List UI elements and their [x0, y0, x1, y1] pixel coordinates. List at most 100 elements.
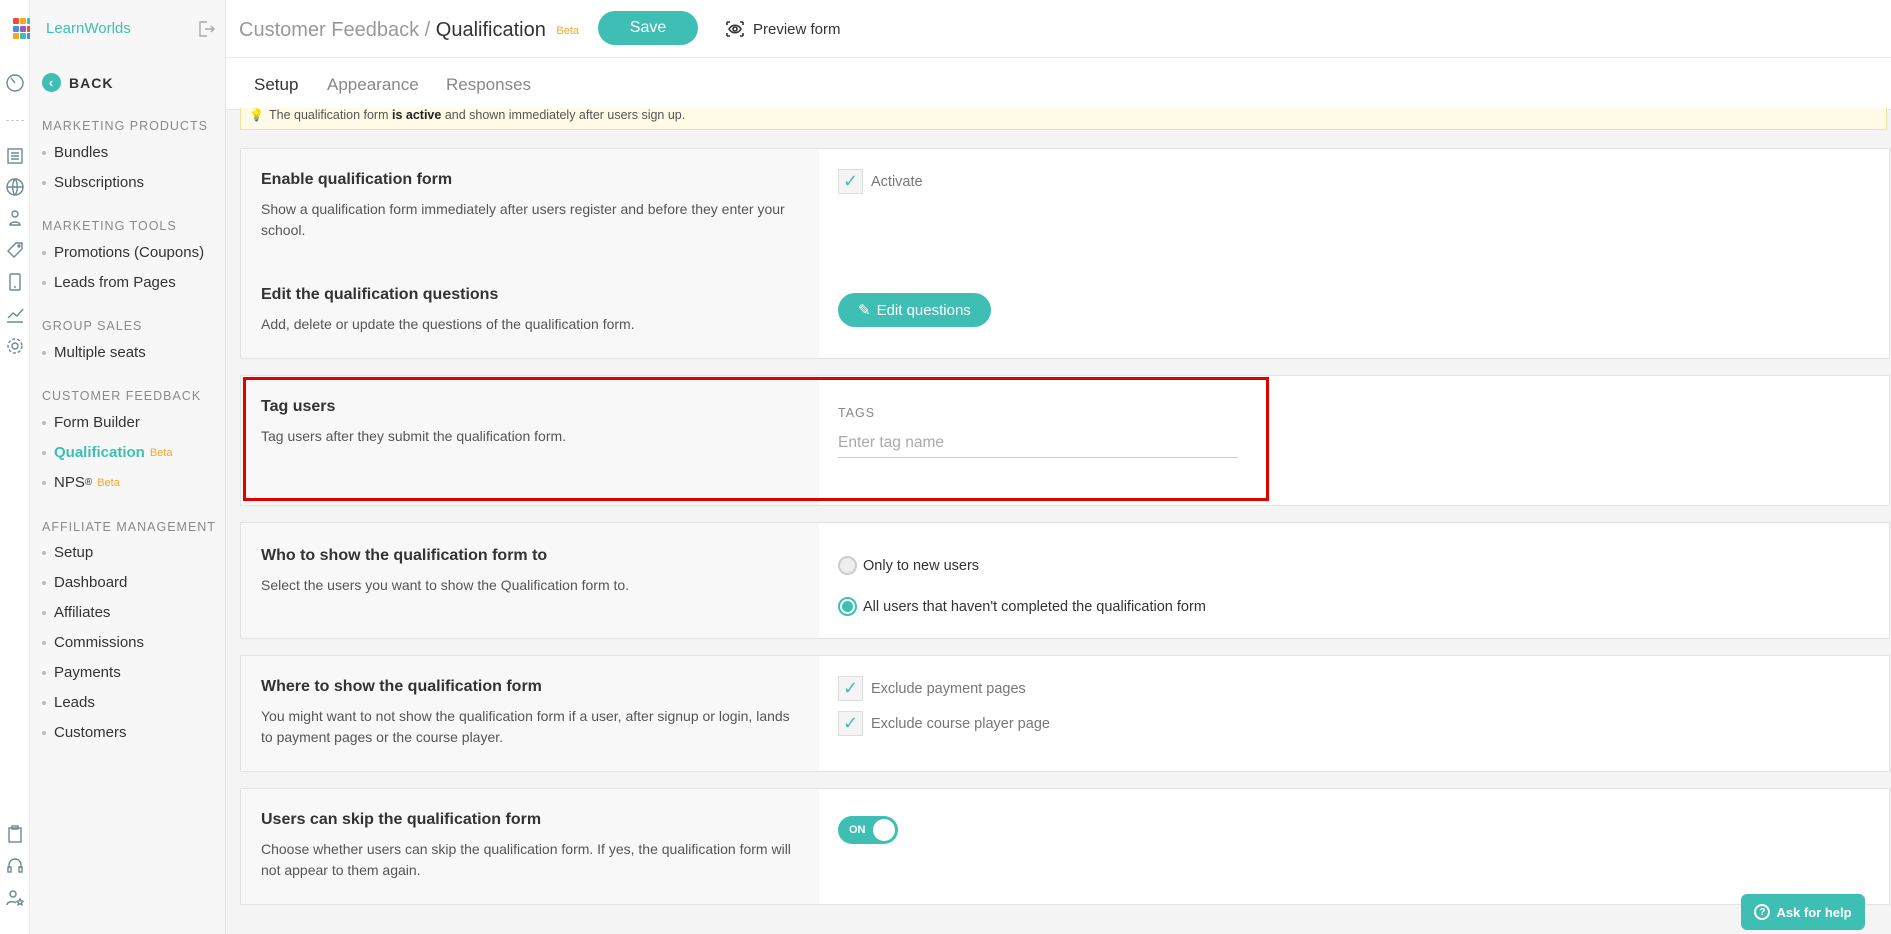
sidebar-item-leads-from-pages[interactable]: Leads from Pages [42, 274, 176, 291]
sidebar-item-affiliates[interactable]: Affiliates [42, 604, 110, 621]
toggle-label: ON [849, 824, 866, 836]
support-headset-icon[interactable] [5, 856, 25, 876]
checkmark-icon: ✓ [838, 711, 863, 736]
bullet-icon [42, 150, 46, 155]
mobile-app-icon[interactable] [5, 272, 25, 292]
radio-all-incomplete-users[interactable]: All users that haven't completed the qua… [838, 597, 1206, 616]
sidebar-item-subscriptions[interactable]: Subscriptions [42, 174, 144, 191]
users-can-skip-section: Users can skip the qualification form Ch… [261, 811, 801, 881]
sidebar-item-customers[interactable]: Customers [42, 724, 127, 741]
beta-badge: Beta [149, 446, 173, 459]
sidebar-item-label: Customers [54, 724, 127, 741]
back-label: BACK [69, 74, 114, 91]
sidebar-item-multiple-seats[interactable]: Multiple seats [42, 344, 146, 361]
tab-responses[interactable]: Responses [446, 75, 531, 109]
sidebar-item-nps[interactable]: NPS ® Beta [42, 474, 120, 491]
sidebar-item-label: Payments [54, 664, 121, 681]
exclude-payment-pages-checkbox[interactable]: ✓ Exclude payment pages [838, 676, 1026, 701]
who-to-show-description: Select the users you want to show the Qu… [261, 577, 630, 593]
edit-questions-button[interactable]: ✎ Edit questions [838, 293, 991, 327]
skip-toggle[interactable]: ON [838, 816, 898, 844]
section-title-group-sales: GROUP SALES [42, 319, 143, 333]
where-to-show-section: Where to show the qualification form You… [261, 678, 801, 748]
sidebar-item-payments[interactable]: Payments [42, 664, 121, 681]
tag-users-section: Tag users Tag users after they submit th… [261, 398, 801, 447]
back-button[interactable]: ‹ BACK [42, 73, 113, 92]
bullet-icon [42, 250, 46, 255]
bullet-icon [42, 700, 46, 705]
breadcrumb-parent[interactable]: Customer Feedback [239, 19, 419, 41]
clipboard-icon[interactable] [5, 824, 25, 844]
where-to-show-title: Where to show the qualification form [261, 678, 542, 695]
sidebar-item-dashboard[interactable]: Dashboard [42, 574, 127, 591]
bullet-icon [42, 610, 46, 615]
checkmark-icon: ✓ [838, 169, 863, 194]
dashboard-gauge-icon[interactable] [5, 73, 25, 93]
sidebar-item-label: Commissions [54, 634, 145, 651]
beta-badge: Beta [556, 25, 580, 37]
section-title-marketing-tools: MARKETING TOOLS [42, 219, 177, 233]
sidebar-item-setup[interactable]: Setup [42, 544, 93, 561]
exclude-course-player-label: Exclude course player page [871, 715, 1050, 732]
logout-icon[interactable] [196, 19, 216, 39]
card-users-can-skip: Users can skip the qualification form Ch… [240, 788, 1890, 905]
sidebar-item-label: NPS [54, 474, 85, 491]
tab-appearance[interactable]: Appearance [327, 75, 419, 109]
tag-name-input[interactable] [838, 428, 1238, 458]
sidebar-item-label: Setup [54, 544, 94, 561]
sidebar-item-promotions[interactable]: Promotions (Coupons) [42, 244, 204, 261]
radio-only-new-users[interactable]: Only to new users [838, 556, 979, 575]
beta-badge: Beta [97, 476, 120, 489]
exclude-payment-pages-label: Exclude payment pages [871, 680, 1026, 697]
edit-questions-label: Edit questions [876, 301, 971, 319]
ask-for-help-label: Ask for help [1776, 904, 1852, 920]
edit-questions-section: Edit the qualification questions Add, de… [261, 286, 801, 335]
bullet-icon [42, 550, 46, 555]
bullet-icon [42, 450, 46, 455]
card-who-to-show: Who to show the qualification form to Se… [240, 522, 1890, 639]
sidebar-item-qualification[interactable]: Qualification Beta [42, 444, 172, 461]
rail-divider [6, 120, 24, 121]
tab-setup[interactable]: Setup [254, 75, 299, 112]
user-star-icon[interactable] [5, 888, 25, 908]
sidebar-item-commissions[interactable]: Commissions [42, 634, 144, 651]
bullet-icon [42, 350, 46, 355]
sidebar-item-form-builder[interactable]: Form Builder [42, 414, 140, 431]
sidebar-item-label: Leads from Pages [54, 274, 176, 291]
page-title: Qualification [435, 19, 546, 41]
activate-checkbox[interactable]: ✓ Activate [838, 169, 923, 194]
preview-form-button[interactable]: Preview form [725, 19, 841, 39]
save-button[interactable]: Save [598, 11, 698, 45]
website-globe-icon[interactable] [5, 177, 25, 197]
sidebar-item-label: Bundles [54, 144, 109, 161]
where-to-show-description: You might want to not show the qualifica… [261, 708, 790, 745]
edit-questions-description: Add, delete or update the questions of t… [261, 316, 635, 332]
settings-gear-icon[interactable] [5, 336, 25, 356]
section-title-customer-feedback: CUSTOMER FEEDBACK [42, 389, 202, 403]
sidebar: LearnWorlds ‹ BACK MARKETING PRODUCTS Bu… [30, 0, 226, 934]
sidebar-item-leads[interactable]: Leads [42, 694, 95, 711]
tab-bar: Setup Appearance Responses [226, 58, 1891, 112]
marketing-tag-icon[interactable] [5, 240, 25, 260]
sidebar-item-label: Multiple seats [54, 344, 146, 361]
reports-chart-icon[interactable] [5, 304, 25, 324]
bullet-icon [42, 420, 46, 425]
active-notice: 💡 The qualification form is active and s… [240, 108, 1887, 130]
radio-button [838, 556, 857, 575]
sidebar-item-label: Form Builder [54, 414, 140, 431]
users-can-skip-description: Choose whether users can skip the qualif… [261, 841, 791, 878]
bullet-icon [42, 640, 46, 645]
tag-users-description: Tag users after they submit the qualific… [261, 428, 567, 444]
bullet-icon [42, 280, 46, 285]
enable-form-description: Show a qualification form immediately af… [261, 201, 785, 238]
exclude-course-player-checkbox[interactable]: ✓ Exclude course player page [838, 711, 1050, 736]
users-icon[interactable] [5, 208, 25, 228]
brand-name: LearnWorlds [46, 20, 131, 37]
courses-list-icon[interactable] [5, 146, 25, 166]
lightbulb-icon: 💡 [249, 108, 264, 122]
page-header: Customer Feedback / Qualification Beta S… [226, 0, 1891, 58]
sidebar-item-bundles[interactable]: Bundles [42, 144, 108, 161]
tags-field-label: TAGS [838, 406, 876, 420]
ask-for-help-button[interactable]: ? Ask for help [1741, 894, 1865, 930]
breadcrumb-separator: / [424, 19, 431, 41]
